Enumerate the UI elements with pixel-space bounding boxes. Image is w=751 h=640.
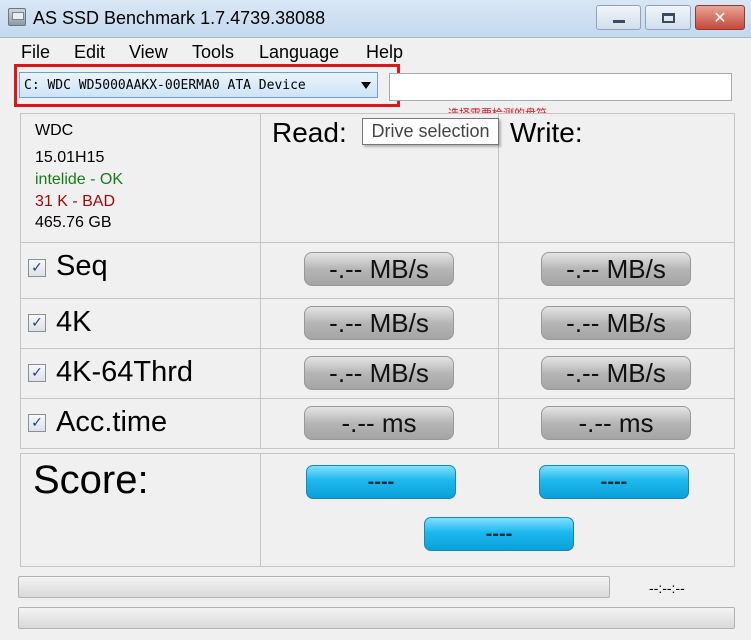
- menu-bar: File Edit View Tools Language Help: [0, 38, 751, 66]
- title-bar: AS SSD Benchmark 1.7.4739.38088 ✕: [0, 0, 751, 38]
- 4k-64thrd-read-result: -.-- MB/s: [304, 356, 454, 390]
- driver-status: intelide - OK: [35, 171, 124, 188]
- acc-time-label: Acc.time: [56, 406, 168, 438]
- drive-selection-tooltip: Drive selection: [362, 118, 499, 145]
- acc-time-checkbox[interactable]: ✓: [28, 414, 46, 432]
- score-read: ----: [306, 465, 456, 499]
- menu-view[interactable]: View: [129, 42, 168, 63]
- score-divider: [260, 454, 261, 566]
- seq-checkbox[interactable]: ✓: [28, 259, 46, 277]
- drive-capacity: 465.76 GB: [35, 214, 112, 231]
- 4k-checkbox[interactable]: ✓: [28, 314, 46, 332]
- window-title: AS SSD Benchmark 1.7.4739.38088: [33, 8, 326, 28]
- elapsed-time: --:--:--: [649, 580, 685, 596]
- seq-write-result: -.-- MB/s: [541, 252, 691, 286]
- seq-label: Seq: [56, 250, 108, 282]
- results-grid: WDC 15.01H15 intelide - OK 31 K - BAD 46…: [20, 113, 735, 449]
- check-icon: ✓: [31, 365, 43, 381]
- minimize-icon: [612, 20, 625, 23]
- score-panel: Score: ---- ---- ----: [20, 453, 735, 567]
- read-header: Read:: [272, 117, 347, 148]
- menu-tools[interactable]: Tools: [192, 42, 234, 63]
- grid-divider: [21, 398, 734, 399]
- write-header: Write:: [510, 117, 583, 148]
- test-progress-bar: [18, 576, 610, 598]
- grid-divider: [21, 242, 734, 243]
- acc-time-write-result: -.-- ms: [541, 406, 691, 440]
- check-icon: ✓: [31, 415, 43, 431]
- close-icon: ✕: [713, 8, 727, 27]
- acc-time-read-result: -.-- ms: [304, 406, 454, 440]
- maximize-button[interactable]: [645, 5, 691, 30]
- 4k-read-result: -.-- MB/s: [304, 306, 454, 340]
- menu-file[interactable]: File: [21, 42, 50, 63]
- grid-divider: [21, 298, 734, 299]
- check-icon: ✓: [31, 315, 43, 331]
- 4k-64thrd-checkbox[interactable]: ✓: [28, 364, 46, 382]
- score-label: Score:: [33, 458, 149, 502]
- drive-firmware: 15.01H15: [35, 149, 105, 166]
- overall-progress-bar: [18, 607, 735, 629]
- menu-help[interactable]: Help: [366, 42, 403, 63]
- grid-divider: [21, 348, 734, 349]
- app-icon: [8, 8, 26, 26]
- score-write: ----: [539, 465, 689, 499]
- 4k-label: 4K: [56, 306, 92, 338]
- seq-read-result: -.-- MB/s: [304, 252, 454, 286]
- close-button[interactable]: ✕: [695, 5, 745, 30]
- 4k-write-result: -.-- MB/s: [541, 306, 691, 340]
- path-field[interactable]: [389, 73, 732, 101]
- maximize-icon: [661, 12, 675, 23]
- score-total: ----: [424, 517, 574, 551]
- 4k-64thrd-write-result: -.-- MB/s: [541, 356, 691, 390]
- drive-name: WDC: [35, 122, 74, 139]
- menu-language[interactable]: Language: [259, 42, 339, 63]
- minimize-button[interactable]: [596, 5, 641, 30]
- check-icon: ✓: [31, 260, 43, 276]
- alignment-status: 31 K - BAD: [35, 193, 116, 210]
- annotation-highlight-box: [14, 64, 400, 107]
- menu-edit[interactable]: Edit: [74, 42, 105, 63]
- 4k-64thrd-label: 4K-64Thrd: [56, 356, 194, 388]
